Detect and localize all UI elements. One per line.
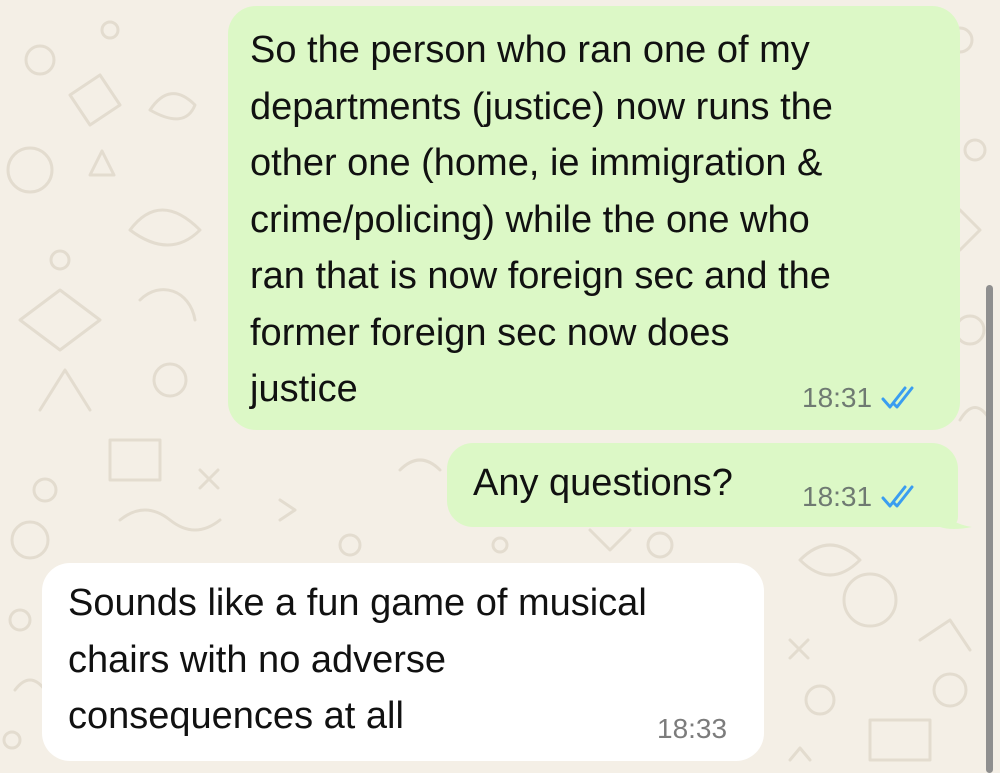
message-text: Sounds like a fun game of musical chairs…	[68, 582, 647, 737]
message-text: Any questions?	[473, 462, 733, 504]
message-time: 18:31	[802, 382, 873, 413]
double-check-read-icon	[881, 386, 914, 409]
message-bubble-outgoing[interactable]: So the person who ran one of my departme…	[228, 6, 960, 430]
message-text: So the person who ran one of my departme…	[250, 29, 833, 410]
message-bubble-outgoing[interactable]: Any questions? 18:31	[447, 443, 958, 527]
message-time: 18:33	[657, 713, 728, 744]
message-meta: 18:33	[657, 713, 727, 745]
message-meta: 18:31	[802, 481, 922, 513]
message-time: 18:31	[802, 481, 873, 512]
message-bubble-incoming[interactable]: Sounds like a fun game of musical chairs…	[42, 563, 764, 761]
message-meta: 18:31	[802, 382, 922, 414]
bubble-tail-outgoing	[940, 505, 972, 529]
chat-scrollbar[interactable]	[986, 285, 993, 773]
double-check-read-icon	[881, 485, 914, 508]
